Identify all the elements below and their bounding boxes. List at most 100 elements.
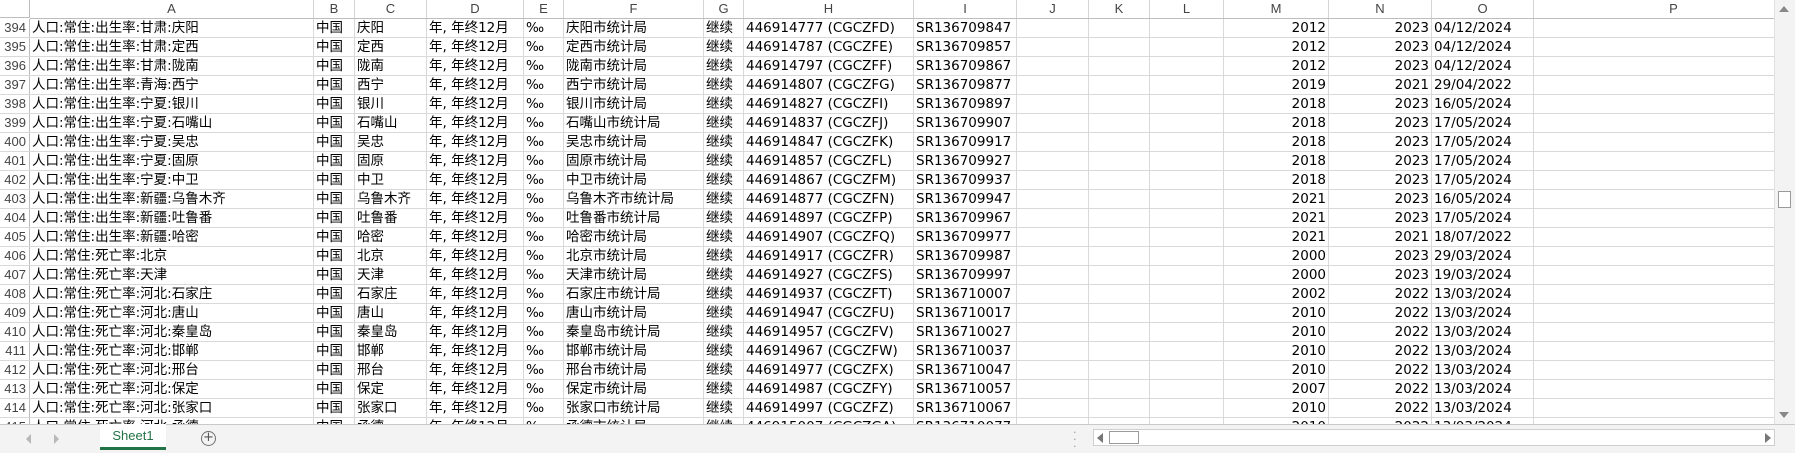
cell-i[interactable]: SR136709997 <box>914 266 1017 284</box>
cell-o[interactable]: 17/05/2024 <box>1432 152 1534 170</box>
cell-n[interactable]: 2023 <box>1329 190 1432 208</box>
cell-p[interactable] <box>1534 95 1775 113</box>
cell-b[interactable]: 中国 <box>314 133 355 151</box>
cell-b[interactable]: 中国 <box>314 190 355 208</box>
row-header[interactable]: 410 <box>0 323 30 341</box>
cell-p[interactable] <box>1534 38 1775 56</box>
cell-p[interactable] <box>1534 57 1775 75</box>
row-header[interactable]: 409 <box>0 304 30 322</box>
cell-p[interactable] <box>1534 266 1775 284</box>
cell-b[interactable]: 中国 <box>314 152 355 170</box>
cell-b[interactable]: 中国 <box>314 209 355 227</box>
cell-k[interactable] <box>1089 114 1150 132</box>
cell-k[interactable] <box>1089 285 1150 303</box>
cell-m[interactable]: 2012 <box>1224 57 1329 75</box>
cell-m[interactable]: 2018 <box>1224 152 1329 170</box>
cell-o[interactable]: 13/03/2024 <box>1432 361 1534 379</box>
cell-c[interactable]: 银川 <box>355 95 427 113</box>
cell-b[interactable]: 中国 <box>314 399 355 417</box>
cell-c[interactable]: 乌鲁木齐 <box>355 190 427 208</box>
cell-d[interactable]: 年, 年终12月 <box>427 399 524 417</box>
cell-p[interactable] <box>1534 247 1775 265</box>
cell-n[interactable]: 2023 <box>1329 19 1432 37</box>
cell-p[interactable] <box>1534 304 1775 322</box>
cell-b[interactable]: 中国 <box>314 171 355 189</box>
column-header-j[interactable]: J <box>1017 0 1089 18</box>
cell-f[interactable]: 乌鲁木齐市统计局 <box>564 190 704 208</box>
cell-j[interactable] <box>1017 342 1089 360</box>
cell-j[interactable] <box>1017 285 1089 303</box>
cell-l[interactable] <box>1150 19 1224 37</box>
cell-p[interactable] <box>1534 19 1775 37</box>
cell-o[interactable]: 17/05/2024 <box>1432 209 1534 227</box>
cell-n[interactable]: 2023 <box>1329 38 1432 56</box>
cell-g[interactable]: 继续 <box>704 114 744 132</box>
row-header[interactable]: 402 <box>0 171 30 189</box>
cell-n[interactable]: 2023 <box>1329 133 1432 151</box>
cell-e[interactable]: ‰ <box>524 247 564 265</box>
cell-k[interactable] <box>1089 380 1150 398</box>
cell-b[interactable]: 中国 <box>314 114 355 132</box>
cell-b[interactable]: 中国 <box>314 19 355 37</box>
cell-d[interactable]: 年, 年终12月 <box>427 247 524 265</box>
cell-g[interactable]: 继续 <box>704 323 744 341</box>
cell-f[interactable]: 秦皇岛市统计局 <box>564 323 704 341</box>
cell-b[interactable]: 中国 <box>314 380 355 398</box>
cell-g[interactable]: 继续 <box>704 171 744 189</box>
vertical-dots-icon[interactable]: · · · <box>1073 427 1077 452</box>
cell-b[interactable]: 中国 <box>314 304 355 322</box>
cell-c[interactable]: 张家口 <box>355 399 427 417</box>
cell-c[interactable]: 石嘴山 <box>355 114 427 132</box>
cell-m[interactable]: 2019 <box>1224 76 1329 94</box>
cell-l[interactable] <box>1150 76 1224 94</box>
cell-j[interactable] <box>1017 380 1089 398</box>
cell-g[interactable]: 继续 <box>704 133 744 151</box>
cell-b[interactable]: 中国 <box>314 228 355 246</box>
cell-g[interactable]: 继续 <box>704 247 744 265</box>
cell-j[interactable] <box>1017 361 1089 379</box>
cell-a[interactable]: 人口:常住:出生率:新疆:吐鲁番 <box>30 209 314 227</box>
horizontal-scrollbar[interactable] <box>1093 429 1775 446</box>
cell-m[interactable]: 2012 <box>1224 38 1329 56</box>
cell-a[interactable]: 人口:常住:死亡率:河北:唐山 <box>30 304 314 322</box>
cell-p[interactable] <box>1534 171 1775 189</box>
cell-e[interactable]: ‰ <box>524 380 564 398</box>
cell-j[interactable] <box>1017 19 1089 37</box>
cell-h[interactable]: 446914877 (CGCZFN) <box>744 190 914 208</box>
cell-b[interactable]: 中国 <box>314 285 355 303</box>
cell-n[interactable]: 2023 <box>1329 247 1432 265</box>
cell-e[interactable]: ‰ <box>524 133 564 151</box>
column-header-b[interactable]: B <box>314 0 355 18</box>
cell-c[interactable]: 哈密 <box>355 228 427 246</box>
cell-f[interactable]: 定西市统计局 <box>564 38 704 56</box>
cell-b[interactable]: 中国 <box>314 76 355 94</box>
cell-i[interactable]: SR136709977 <box>914 228 1017 246</box>
cell-n[interactable]: 2022 <box>1329 399 1432 417</box>
cell-n[interactable]: 2023 <box>1329 57 1432 75</box>
cell-g[interactable]: 继续 <box>704 399 744 417</box>
cell-l[interactable] <box>1150 380 1224 398</box>
cell-e[interactable]: ‰ <box>524 57 564 75</box>
cell-l[interactable] <box>1150 285 1224 303</box>
cell-a[interactable]: 人口:常住:出生率:青海:西宁 <box>30 76 314 94</box>
cell-o[interactable]: 29/03/2024 <box>1432 247 1534 265</box>
cell-m[interactable]: 2018 <box>1224 114 1329 132</box>
cell-k[interactable] <box>1089 399 1150 417</box>
cell-o[interactable]: 16/05/2024 <box>1432 95 1534 113</box>
cell-c[interactable]: 固原 <box>355 152 427 170</box>
row-header[interactable]: 408 <box>0 285 30 303</box>
cell-g[interactable]: 继续 <box>704 361 744 379</box>
cell-c[interactable]: 邯郸 <box>355 342 427 360</box>
cell-e[interactable]: ‰ <box>524 19 564 37</box>
cell-m[interactable]: 2012 <box>1224 19 1329 37</box>
cell-k[interactable] <box>1089 38 1150 56</box>
cell-d[interactable]: 年, 年终12月 <box>427 76 524 94</box>
cell-j[interactable] <box>1017 76 1089 94</box>
cell-d[interactable]: 年, 年终12月 <box>427 266 524 284</box>
cell-a[interactable]: 人口:常住:死亡率:北京 <box>30 247 314 265</box>
select-all-corner[interactable] <box>0 0 30 18</box>
cell-g[interactable]: 继续 <box>704 209 744 227</box>
cell-b[interactable]: 中国 <box>314 57 355 75</box>
column-header-c[interactable]: C <box>355 0 427 18</box>
cell-g[interactable]: 继续 <box>704 285 744 303</box>
